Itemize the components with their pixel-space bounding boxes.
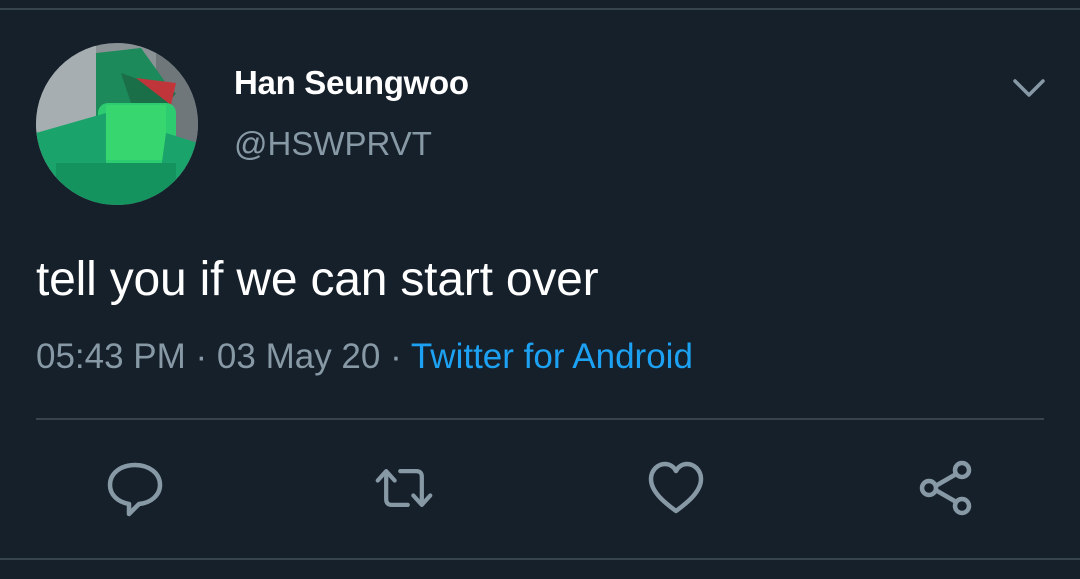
tweet-time: 05:43 PM: [36, 337, 186, 376]
user-handle[interactable]: @HSWPRVT: [234, 125, 432, 163]
heart-icon: [648, 461, 704, 514]
tweet-date: 03 May 20: [216, 337, 381, 376]
display-name[interactable]: Han Seungwoo: [234, 64, 469, 102]
bottom-border: [0, 558, 1080, 560]
tweet-card: Han Seungwoo @HSWPRVT tell you if we can…: [0, 0, 1080, 579]
chevron-down-icon[interactable]: [1010, 72, 1048, 104]
meta-separator: ·: [185, 337, 217, 376]
divider: [36, 418, 1044, 420]
meta-separator: ·: [380, 337, 411, 376]
speech-bubble-icon: [107, 462, 163, 517]
tweet-meta: 05:43 PM · 03 May 20 · Twitter for Andro…: [36, 337, 693, 377]
source-link[interactable]: Twitter for Android: [411, 337, 693, 376]
share-icon: [919, 460, 972, 516]
retweet-button[interactable]: [374, 458, 434, 518]
like-button[interactable]: [646, 458, 706, 518]
top-border: [0, 8, 1080, 10]
tweet-text: tell you if we can start over: [36, 253, 599, 306]
reply-button[interactable]: [105, 458, 165, 518]
avatar-image: [36, 43, 198, 205]
share-button[interactable]: [916, 458, 976, 518]
avatar[interactable]: [36, 43, 198, 205]
retweet-icon: [375, 469, 433, 507]
